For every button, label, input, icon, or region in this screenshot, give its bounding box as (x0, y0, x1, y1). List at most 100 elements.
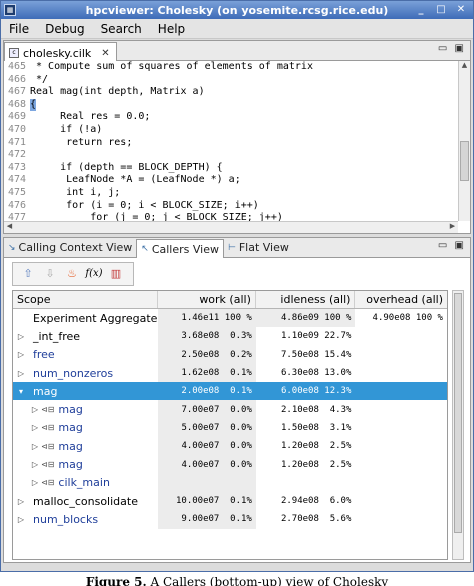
scroll-thumb[interactable] (460, 141, 469, 181)
table-row[interactable]: ▷ ⊲⊟ mag 7.00e07 0.0% 2.10e08 4.3% (13, 400, 447, 419)
column-header-scope[interactable]: Scope (13, 291, 159, 308)
table-row[interactable]: ▷ _int_free 3.68e08 0.3% 1.10e09 22.7% (13, 327, 447, 346)
table-row[interactable]: ▷ num_blocks 9.00e07 0.1% 2.70e08 5.6% (13, 510, 447, 529)
expand-icon[interactable]: ▷ (29, 423, 41, 432)
menu-search[interactable]: Search (93, 22, 150, 36)
views-pane: ↘ Calling Context View ↖ Callers View ⊢ … (3, 237, 471, 563)
call-site-icon[interactable]: ⊲⊟ (41, 423, 54, 432)
call-site-icon[interactable]: ⊲⊟ (41, 405, 54, 414)
editor-vertical-scrollbar[interactable]: ▲ (458, 61, 470, 221)
table-row[interactable]: ▾ mag 2.00e08 0.1% 6.00e08 12.3% (13, 382, 447, 401)
overhead-cell (355, 437, 447, 455)
table-row[interactable]: ▷ ⊲⊟ mag 4.00e07 0.0% 1.20e08 2.5% (13, 437, 447, 456)
tree-down-icon: ↘ (8, 242, 16, 253)
menu-file[interactable]: File (1, 22, 37, 36)
zoom-in-arrow-icon[interactable]: ⇧ (19, 265, 37, 283)
table-row[interactable]: ▷ num_nonzeros 1.62e08 0.1% 6.30e08 13.0% (13, 363, 447, 383)
code-line: 468 { (4, 98, 458, 112)
idleness-cell: 7.50e08 15.4% (280, 349, 352, 360)
scope-name[interactable]: num_nonzeros (33, 367, 113, 380)
editor-horizontal-scrollbar[interactable]: ◀ ▶ (4, 221, 458, 233)
expand-icon[interactable]: ▷ (29, 478, 41, 487)
zoom-out-arrow-icon[interactable]: ⇩ (41, 265, 59, 283)
line-source: for (j = 0; j < BLOCK_SIZE; j++) (30, 212, 283, 221)
expand-icon[interactable]: ▷ (15, 497, 27, 506)
work-cell (158, 473, 256, 492)
column-header-work[interactable]: work (all) (158, 291, 256, 308)
column-header-overhead[interactable]: overhead (all) (355, 291, 447, 308)
expand-icon[interactable]: ▷ (29, 442, 41, 451)
tab-label: Flat View (238, 241, 289, 254)
metric-columns-icon[interactable]: ▥ (107, 265, 125, 283)
tab-label: Calling Context View (18, 241, 133, 254)
scope-name[interactable]: mag (58, 421, 82, 434)
overhead-cell (355, 510, 447, 528)
close-tab-icon[interactable]: ✕ (101, 48, 109, 59)
expand-icon[interactable]: ▷ (15, 350, 27, 359)
close-window-button[interactable]: ✕ (453, 3, 469, 17)
menu-debug[interactable]: Debug (37, 22, 92, 36)
idleness-cell: 2.10e08 4.3% (280, 404, 352, 415)
scroll-right-icon[interactable]: ▶ (447, 222, 458, 230)
column-header-idleness[interactable]: idleness (all) (256, 291, 356, 308)
menu-help[interactable]: Help (150, 22, 193, 36)
table-vertical-scrollbar[interactable] (452, 290, 464, 560)
editor-pane-controls[interactable]: ▭ ▣ (438, 43, 466, 54)
tab-flat-view[interactable]: ⊢ Flat View (224, 238, 293, 257)
scope-name[interactable]: mag (58, 440, 82, 453)
scope-name: Experiment Aggregate (33, 311, 158, 325)
table-row[interactable]: ▷ ⊲⊟ cilk_main (13, 473, 447, 492)
hot-path-flame-icon[interactable]: ♨ (63, 265, 81, 283)
idleness-cell: 2.94e08 6.0% (280, 496, 352, 507)
scope-name[interactable]: mag (58, 403, 82, 416)
line-source: return res; (30, 136, 133, 148)
code-line: 473 if (depth == BLOCK_DEPTH) { (4, 162, 458, 175)
derived-metric-fx-icon[interactable]: f(x) (85, 265, 103, 283)
code-line: 466 */ (4, 74, 458, 87)
scroll-thumb[interactable] (454, 293, 462, 533)
overhead-cell (355, 346, 447, 364)
maximize-button[interactable]: □ (433, 3, 449, 17)
scope-name[interactable]: cilk_main (58, 476, 110, 489)
work-cell: 2.00e08 0.1% (158, 382, 256, 401)
scroll-up-icon[interactable]: ▲ (459, 61, 470, 72)
scope-name: _int_free (33, 329, 81, 343)
editor-tab-cholesky[interactable]: c cholesky.cilk ✕ (4, 42, 117, 61)
table-row[interactable]: Experiment Aggregate 1.46e11 100 % 4.86e09… (13, 309, 447, 328)
line-number: 476 (7, 199, 26, 211)
expand-icon[interactable]: ▷ (15, 332, 27, 341)
scroll-left-icon[interactable]: ◀ (4, 222, 15, 230)
call-site-icon[interactable]: ⊲⊟ (41, 478, 54, 487)
expand-icon[interactable]: ▷ (15, 369, 27, 378)
expand-icon[interactable]: ▷ (15, 515, 27, 524)
scope-name: malloc_consolidate (33, 494, 138, 508)
metrics-table: Scope work (all) idleness (all) overhead… (12, 290, 448, 560)
editor-tab-label: cholesky.cilk (23, 46, 92, 60)
source-code-area[interactable]: 465 * Compute sum of squares of elements… (4, 61, 458, 221)
minimize-button[interactable]: _ (413, 3, 429, 17)
tab-callers-view[interactable]: ↖ Callers View (136, 239, 224, 258)
expand-icon[interactable]: ▷ (29, 405, 41, 414)
tab-calling-context-view[interactable]: ↘ Calling Context View (4, 238, 136, 257)
idleness-cell: 2.70e08 5.6% (280, 514, 352, 525)
scope-name[interactable]: num_blocks (33, 513, 98, 526)
table-row[interactable]: ▷ ⊲⊟ mag 4.00e07 0.0% 1.20e08 2.5% (13, 455, 447, 474)
title-bar: ▦ hpcviewer: Cholesky (on yosemite.rcsg.… (1, 1, 473, 19)
table-row[interactable]: ▷ malloc_consolidate 10.00e07 0.1% 2.94e08 … (13, 491, 447, 511)
scope-name[interactable]: mag (58, 458, 82, 471)
figure-caption-text: A Callers (bottom-up) view of Cholesky (150, 575, 389, 586)
table-row[interactable]: ▷ free 2.50e08 0.2% 7.50e08 15.4% (13, 345, 447, 364)
collapse-icon[interactable]: ▾ (15, 387, 27, 396)
table-row[interactable]: ▷ ⊲⊟ mag 5.00e07 0.0% 1.50e08 3.1% (13, 418, 447, 438)
work-cell: 1.46e11 100 % (158, 309, 256, 328)
expand-icon[interactable]: ▷ (29, 460, 41, 469)
code-line: 470 if (!a) (4, 124, 458, 137)
menu-bar: File Debug Search Help (1, 19, 473, 39)
scope-name[interactable]: free (33, 348, 55, 361)
work-cell: 1.62e08 0.1% (158, 363, 256, 383)
overhead-cell (355, 455, 447, 473)
call-site-icon[interactable]: ⊲⊟ (41, 460, 54, 469)
views-pane-controls[interactable]: ▭ ▣ (438, 240, 466, 251)
c-file-icon: c (9, 48, 19, 58)
call-site-icon[interactable]: ⊲⊟ (41, 442, 54, 451)
